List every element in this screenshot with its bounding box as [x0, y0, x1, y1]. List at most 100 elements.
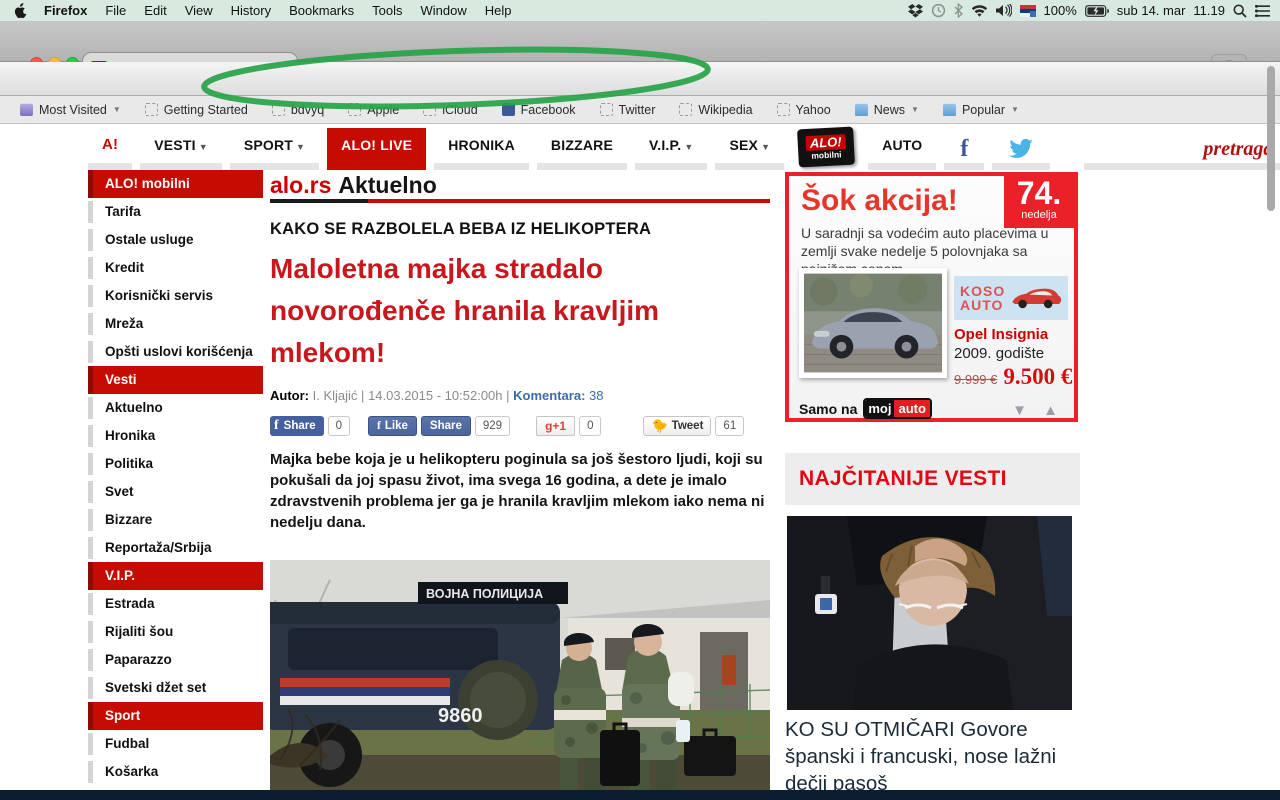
battery-icon[interactable] [1085, 5, 1109, 17]
sidebar-item[interactable]: Sport [88, 702, 263, 730]
site-nav-item[interactable]: V.I.P.▼ [635, 128, 707, 170]
sidebar-item[interactable]: Svetski džet set [88, 674, 263, 702]
auto-ad-widget[interactable]: Šok akcija! 74. nedelja U saradnji sa vo… [785, 172, 1078, 422]
site-nav-item[interactable]: AUTO [868, 128, 936, 170]
sidebar-item[interactable]: Paparazzo [88, 646, 263, 674]
sidebar-item[interactable]: Tarifa [88, 198, 263, 226]
spotlight-icon[interactable] [1233, 4, 1247, 18]
facebook-like-button[interactable]: fLike [368, 416, 417, 436]
sidebar-item[interactable]: Bizzare [88, 506, 263, 534]
bookmark-item[interactable]: News ▼ [845, 96, 929, 124]
dropbox-icon[interactable] [908, 4, 923, 18]
sidebar-item[interactable]: Aktuelno [88, 394, 263, 422]
sidebar-item[interactable]: Kredit [88, 254, 263, 282]
scrollbar-thumb[interactable] [1267, 66, 1275, 211]
sidebar-item[interactable]: Ostale usluge [88, 226, 263, 254]
sidebar-item[interactable]: Estrada [88, 590, 263, 618]
breadcrumb-section[interactable]: Aktuelno [338, 172, 436, 198]
most-read-item-title[interactable]: KO SU OTMIČARI Govore španski i francusk… [785, 716, 1081, 797]
menu-window[interactable]: Window [412, 0, 476, 22]
time-machine-icon[interactable] [931, 3, 946, 18]
sidebar-item[interactable]: Svet [88, 478, 263, 506]
sidebar-item-label: Sport [105, 708, 140, 723]
ad-carousel-arrows[interactable]: ▼ ▲ [1012, 402, 1064, 419]
sidebar-item[interactable]: Opšti uslovi korišćenja [88, 338, 263, 366]
site-nav-label: HRONIKA [448, 137, 515, 153]
bookmark-item[interactable]: Yahoo [767, 96, 841, 124]
volume-icon[interactable] [996, 4, 1012, 17]
sidebar-menu: ALO! mobilni Tarifa Ostale usluge Kredit… [88, 170, 263, 786]
menu-help[interactable]: Help [476, 0, 521, 22]
sidebar-item-label: Mreža [105, 316, 143, 331]
menu-tools[interactable]: Tools [363, 0, 411, 22]
bookmark-item[interactable]: Popular ▼ [933, 96, 1029, 124]
ad-week-label: nedelja [1004, 210, 1074, 221]
sidebar-item[interactable]: Reportaža/Srbija [88, 534, 263, 562]
input-language-flag-icon[interactable] [1020, 5, 1036, 17]
ad-car-photo[interactable] [799, 268, 947, 378]
bookmark-item[interactable]: Apple [338, 96, 409, 124]
bluetooth-icon[interactable] [954, 3, 963, 18]
bookmark-item[interactable]: bdvyq [262, 96, 334, 124]
site-nav-item[interactable]: A! [88, 128, 132, 170]
sidebar-item[interactable]: V.I.P. [88, 562, 263, 590]
sidebar-item-label: Opšti uslovi korišćenja [105, 344, 253, 359]
bookmark-label: iCloud [442, 103, 477, 117]
sidebar-item[interactable]: Vesti [88, 366, 263, 394]
site-nav-item[interactable]: SPORT▼ [230, 128, 319, 170]
ad-car-name[interactable]: Opel Insignia [954, 326, 1048, 343]
menu-view[interactable]: View [176, 0, 222, 22]
most-read-photo[interactable] [787, 516, 1072, 710]
chevron-down-icon: ▼ [113, 105, 121, 114]
bookmark-icon [145, 103, 158, 116]
sidebar-item[interactable]: Mreža [88, 310, 263, 338]
article-lead-paragraph: Majka bebe koja je u helikopteru poginul… [270, 449, 775, 533]
site-twitter-link[interactable] [992, 128, 1050, 170]
chevron-down-icon: ▼ [911, 105, 919, 114]
menubar-date[interactable]: sub 14. mar [1117, 3, 1186, 18]
bookmark-item[interactable]: Most Visited ▼ [10, 96, 131, 124]
sidebar-item[interactable]: ALO! mobilni [88, 170, 263, 198]
bookmark-item[interactable]: iCloud [413, 96, 487, 124]
site-nav-item[interactable]: ALO! LIVE [327, 128, 426, 170]
sidebar-item[interactable]: Rijaliti šou [88, 618, 263, 646]
menu-bookmarks[interactable]: Bookmarks [280, 0, 363, 22]
share-buttons-row: fShare 0 fLike Share 929 g+1 0 🐤Tweet 61 [270, 415, 744, 437]
bookmark-item[interactable]: Twitter [590, 96, 666, 124]
breadcrumb-site[interactable]: alo.rs [270, 172, 331, 198]
site-nav-label: A! [102, 136, 118, 153]
sidebar-item[interactable]: Košarka [88, 758, 263, 786]
bookmark-item[interactable]: Getting Started [135, 96, 258, 124]
site-nav-item[interactable]: SEX▼ [715, 128, 784, 170]
notification-center-icon[interactable] [1255, 5, 1270, 17]
alo-mobilni-logo[interactable]: ALO! mobilni [797, 127, 855, 168]
facebook-like-share-button[interactable]: Share [421, 416, 471, 436]
site-search[interactable]: pretraga [1084, 128, 1280, 170]
google-plus-one-button[interactable]: g+1 [536, 416, 575, 436]
bookmark-label: bdvyq [291, 103, 324, 117]
site-nav-item[interactable]: HRONIKA [434, 128, 529, 170]
site-nav-item[interactable]: VESTI▼ [140, 128, 222, 170]
site-nav-item[interactable]: BIZZARE [537, 128, 627, 170]
menu-history[interactable]: History [222, 0, 280, 22]
bookmark-item[interactable]: Facebook [492, 96, 586, 124]
menu-file[interactable]: File [96, 0, 135, 22]
apple-menu[interactable] [0, 3, 35, 18]
ad-car-year: 2009. godište [954, 345, 1044, 362]
sidebar-item[interactable]: Hronika [88, 422, 263, 450]
sidebar-item-label: Tarifa [105, 204, 141, 219]
wifi-icon[interactable] [971, 4, 988, 17]
facebook-share-button[interactable]: fShare [270, 416, 324, 436]
comments-count[interactable]: 38 [589, 388, 603, 403]
comments-label[interactable]: Komentara: [513, 388, 585, 403]
sidebar-item[interactable]: Fudbal [88, 730, 263, 758]
site-facebook-link[interactable]: f [944, 128, 984, 170]
sidebar-item[interactable]: Korisnički servis [88, 282, 263, 310]
tweet-button[interactable]: 🐤Tweet [643, 416, 711, 436]
menubar-app-name[interactable]: Firefox [35, 0, 96, 22]
menu-edit[interactable]: Edit [135, 0, 175, 22]
sidebar-item[interactable]: Politika [88, 450, 263, 478]
mojauto-logo[interactable]: mojauto [863, 398, 932, 419]
bookmark-item[interactable]: Wikipedia [669, 96, 762, 124]
menubar-clock[interactable]: 11.19 [1193, 3, 1225, 18]
